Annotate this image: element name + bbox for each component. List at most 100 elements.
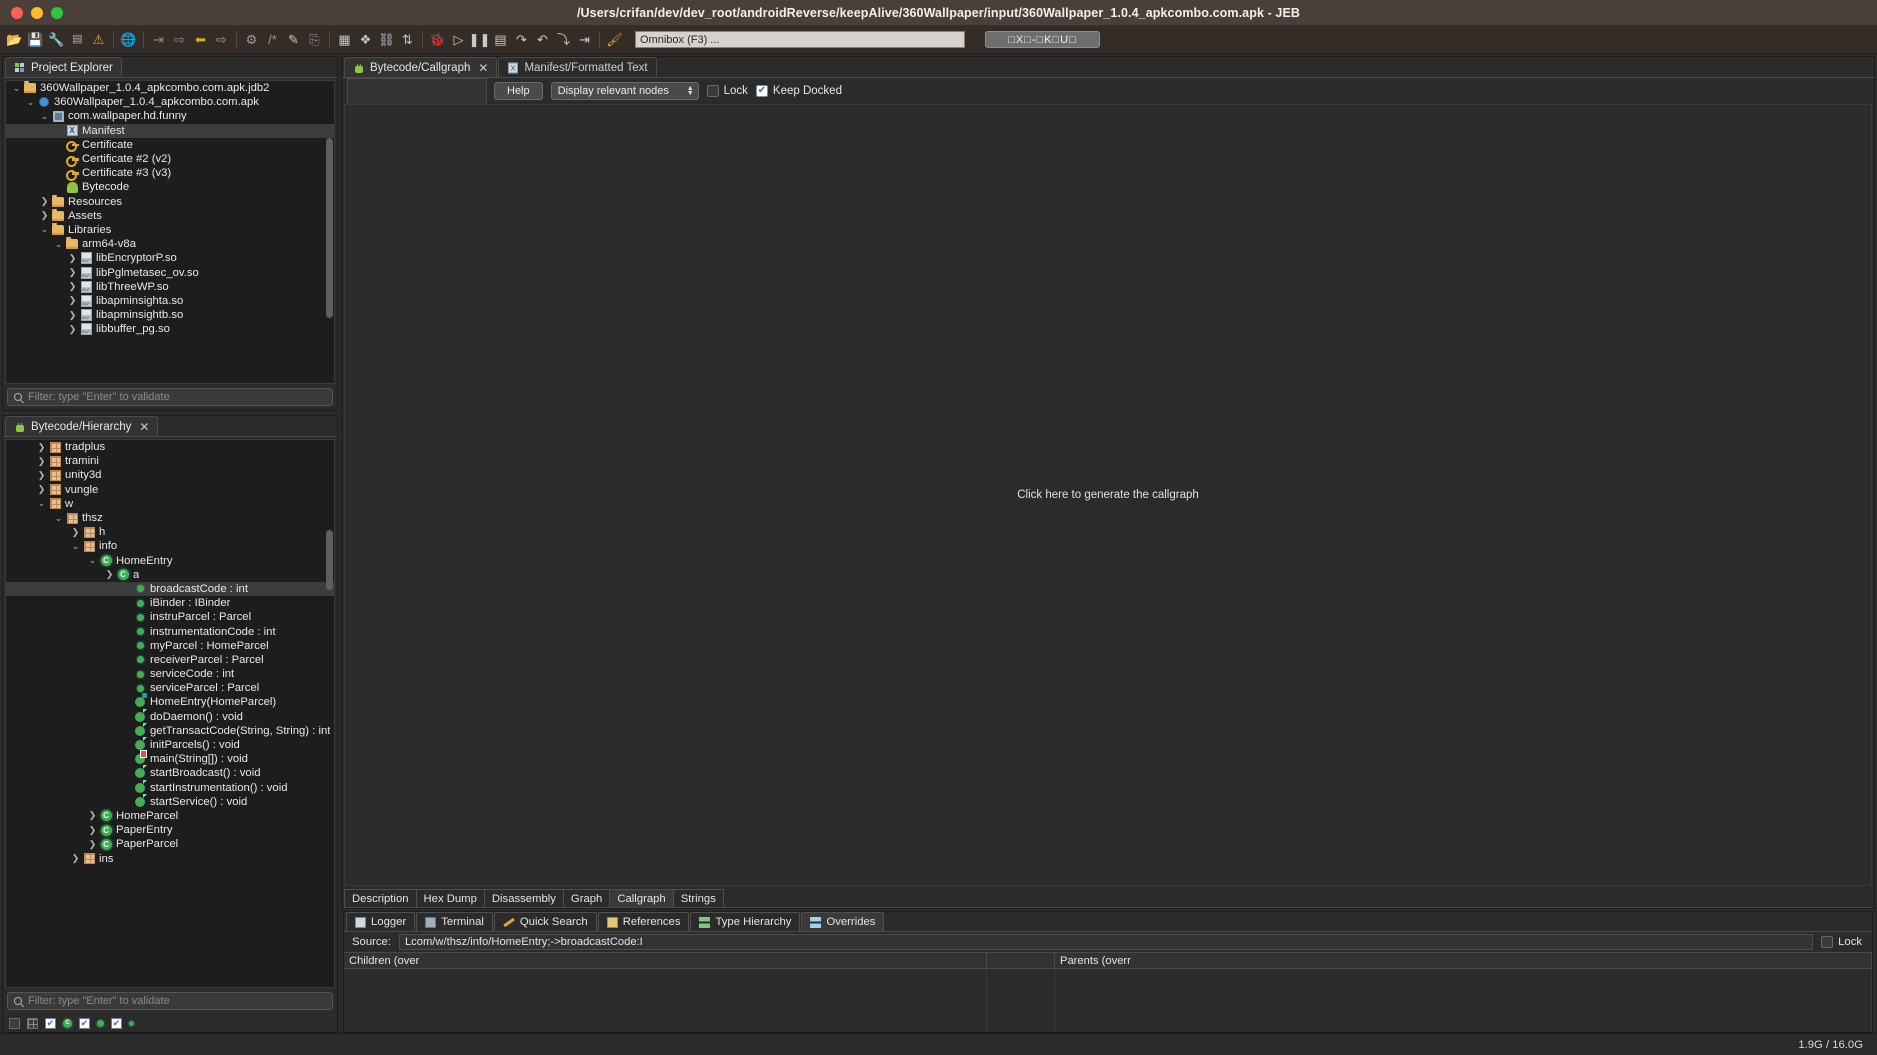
globe-icon[interactable]: 🌐 (118, 29, 139, 51)
tree-row[interactable]: ❯ C HomeParcel (6, 809, 334, 823)
tree-row[interactable]: instruParcel : Parcel (6, 610, 334, 624)
step-return-icon[interactable]: ↶ (532, 29, 553, 51)
hierarchy-scrollbar[interactable] (326, 442, 333, 985)
doc-tab-strings[interactable]: Strings (672, 889, 724, 907)
tree-row[interactable]: ⌄ Libraries (6, 222, 334, 237)
tree-row[interactable]: ❯ Resources (6, 194, 334, 209)
dock-tab-logger[interactable]: Logger (346, 912, 416, 931)
lock-checkbox-row[interactable]: Lock (706, 85, 748, 97)
chevron-down-icon[interactable]: ⌄ (86, 555, 99, 566)
tree-row[interactable]: myParcel : HomeParcel (6, 639, 334, 653)
window-controls[interactable] (0, 6, 63, 19)
doc-tab-hex-dump[interactable]: Hex Dump (415, 889, 485, 907)
tree-row[interactable]: ⌄ w (6, 497, 334, 511)
tree-row[interactable]: startBroadcast() : void (6, 765, 334, 780)
step-branch-icon[interactable]: ⤵ (553, 29, 574, 51)
callgraph-canvas[interactable]: Click here to generate the callgraph (344, 104, 1872, 886)
step-out-icon[interactable]: ⇨ (169, 29, 190, 51)
close-icon[interactable]: ✕ (478, 61, 488, 75)
tree-row[interactable]: receiverParcel : Parcel (6, 653, 334, 667)
tree-row[interactable]: broadcastCode : int (6, 581, 334, 597)
tree-row[interactable]: Certificate (6, 138, 334, 153)
tree-row[interactable]: ❯ vungle (6, 483, 334, 497)
chevron-right-icon[interactable]: ❯ (66, 295, 79, 306)
chevron-right-icon[interactable]: ❯ (66, 253, 79, 264)
tab-manifest-formatted-text[interactable]: X Manifest/Formatted Text (498, 57, 657, 77)
highlight-icon[interactable]: 🖌 (604, 29, 625, 51)
chevron-right-icon[interactable]: ❯ (35, 442, 48, 453)
chevron-right-icon[interactable]: ❯ (86, 839, 99, 850)
refactor-icon[interactable]: ⚙ (241, 29, 262, 51)
doc-tab-description[interactable]: Description (344, 889, 417, 907)
chevron-right-icon[interactable]: ❯ (66, 310, 79, 321)
pencil-icon[interactable]: ✎ (283, 29, 304, 51)
comment-icon[interactable]: /* (262, 29, 283, 51)
goto-icon[interactable]: ⎘ (304, 29, 325, 51)
tree-row[interactable]: ⌄ arm64-v8a (6, 237, 334, 251)
lock-checkbox[interactable] (706, 85, 719, 97)
tree-row[interactable]: ❯ Ca (6, 568, 334, 582)
chevron-right-icon[interactable]: ❯ (38, 196, 51, 207)
tree-row[interactable]: ❯ ins (6, 851, 334, 865)
close-window-button[interactable] (11, 6, 23, 19)
tree-row[interactable]: iBinder : IBinder (6, 596, 334, 610)
doc-tab-graph[interactable]: Graph (562, 889, 611, 907)
chevron-right-icon[interactable]: ❯ (66, 324, 79, 335)
tree-row[interactable]: ⌄ info (6, 539, 334, 553)
checkbox-show-fields[interactable]: ✔ (111, 1017, 122, 1029)
checkbox-show-classes[interactable]: ✔ (45, 1017, 56, 1029)
tree-row[interactable]: startService() : void (6, 793, 334, 809)
wrench-icon[interactable]: 🔧 (46, 29, 67, 51)
resume-icon[interactable]: ⇥ (574, 29, 595, 51)
tab-project-explorer[interactable]: Project Explorer (5, 57, 122, 77)
tree-row[interactable]: ❯ C PaperEntry (6, 823, 334, 837)
project-explorer-tree[interactable]: ⌄ 360Wallpaper_1.0.4_apkcombo.com.apk.jdb… (5, 80, 335, 384)
panel-icon[interactable] (9, 1017, 20, 1029)
stop-icon[interactable]: ▤ (490, 29, 511, 51)
terminal-icon[interactable]: ▤ (67, 29, 88, 51)
help-button[interactable]: Help (494, 82, 543, 100)
tree-row[interactable]: ⌄ C HomeEntry (6, 554, 334, 568)
checkbox-show-methods[interactable]: ✔ (79, 1017, 90, 1029)
tree-row[interactable]: ❯ libapminsightb.so (6, 308, 334, 322)
tree-row[interactable]: ❯ tradplus (6, 440, 334, 454)
chevron-right-icon[interactable]: ❯ (69, 527, 82, 538)
tree-row[interactable]: ⌄ com.wallpaper.hd.funny (6, 109, 334, 123)
save-icon[interactable]: 💾 (25, 29, 46, 51)
close-icon[interactable]: ✕ (139, 420, 149, 434)
tree-row[interactable]: X Manifest (6, 123, 334, 138)
chevron-right-icon[interactable]: ❯ (86, 825, 99, 836)
tab-bytecode-hierarchy[interactable]: Bytecode/Hierarchy ✕ (5, 416, 159, 436)
dock-tab-references[interactable]: References (597, 912, 690, 931)
chevron-down-icon[interactable]: ⌄ (69, 541, 82, 552)
tree-row[interactable]: ❯ libPglmetasec_ov.so (6, 265, 334, 279)
hierarchy-tree[interactable]: ❯ tradplus ❯ tramini ❯ unity3d ❯ vungle ⌄ w ⌄ thsz ❯… (5, 439, 335, 988)
debug-icon[interactable]: 🐞 (427, 29, 448, 51)
tree-row[interactable]: doDaemon() : void (6, 708, 334, 724)
run-icon[interactable]: ▷ (448, 29, 469, 51)
hierarchy-filter[interactable]: Filter: type "Enter" to validate (7, 992, 333, 1010)
overrides-table-body[interactable] (344, 969, 1872, 1032)
chevron-down-icon[interactable]: ⌄ (35, 498, 48, 509)
chevron-right-icon[interactable]: ❯ (66, 267, 79, 278)
chevron-right-icon[interactable]: ❯ (86, 810, 99, 821)
cjk-action-button[interactable]: □X□-□K□U□ (985, 31, 1100, 48)
chevron-right-icon[interactable]: ❯ (35, 484, 48, 495)
graph-icon[interactable]: ❖ (355, 29, 376, 51)
project-explorer-scrollbar[interactable] (326, 83, 333, 381)
memory-indicator[interactable]: 1.9G / 16.0G (1798, 1039, 1863, 1051)
tree-row[interactable]: ❯ libEncryptorP.so (6, 251, 334, 265)
dock-tab-type-hierarchy[interactable]: Type Hierarchy (690, 912, 801, 931)
tree-row[interactable]: startInstrumentation() : void (6, 779, 334, 795)
step-over-icon[interactable]: ↷ (511, 29, 532, 51)
chevron-down-icon[interactable]: ⌄ (10, 83, 23, 94)
source-value-input[interactable]: Lcom/w/thsz/info/HomeEntry;->broadcastCo… (398, 934, 1814, 950)
doc-tab-disassembly[interactable]: Disassembly (483, 889, 564, 907)
chevron-right-icon[interactable]: ❯ (103, 569, 116, 580)
chevron-down-icon[interactable]: ⌄ (38, 224, 51, 235)
tree-row[interactable]: ❯ C PaperParcel (6, 837, 334, 851)
tree-row[interactable]: Certificate #2 (v2) (6, 152, 334, 167)
dock-tab-terminal[interactable]: Terminal (416, 912, 493, 931)
tree-row[interactable]: serviceCode : int (6, 667, 334, 681)
open-folder-icon[interactable]: 📂 (4, 29, 25, 51)
